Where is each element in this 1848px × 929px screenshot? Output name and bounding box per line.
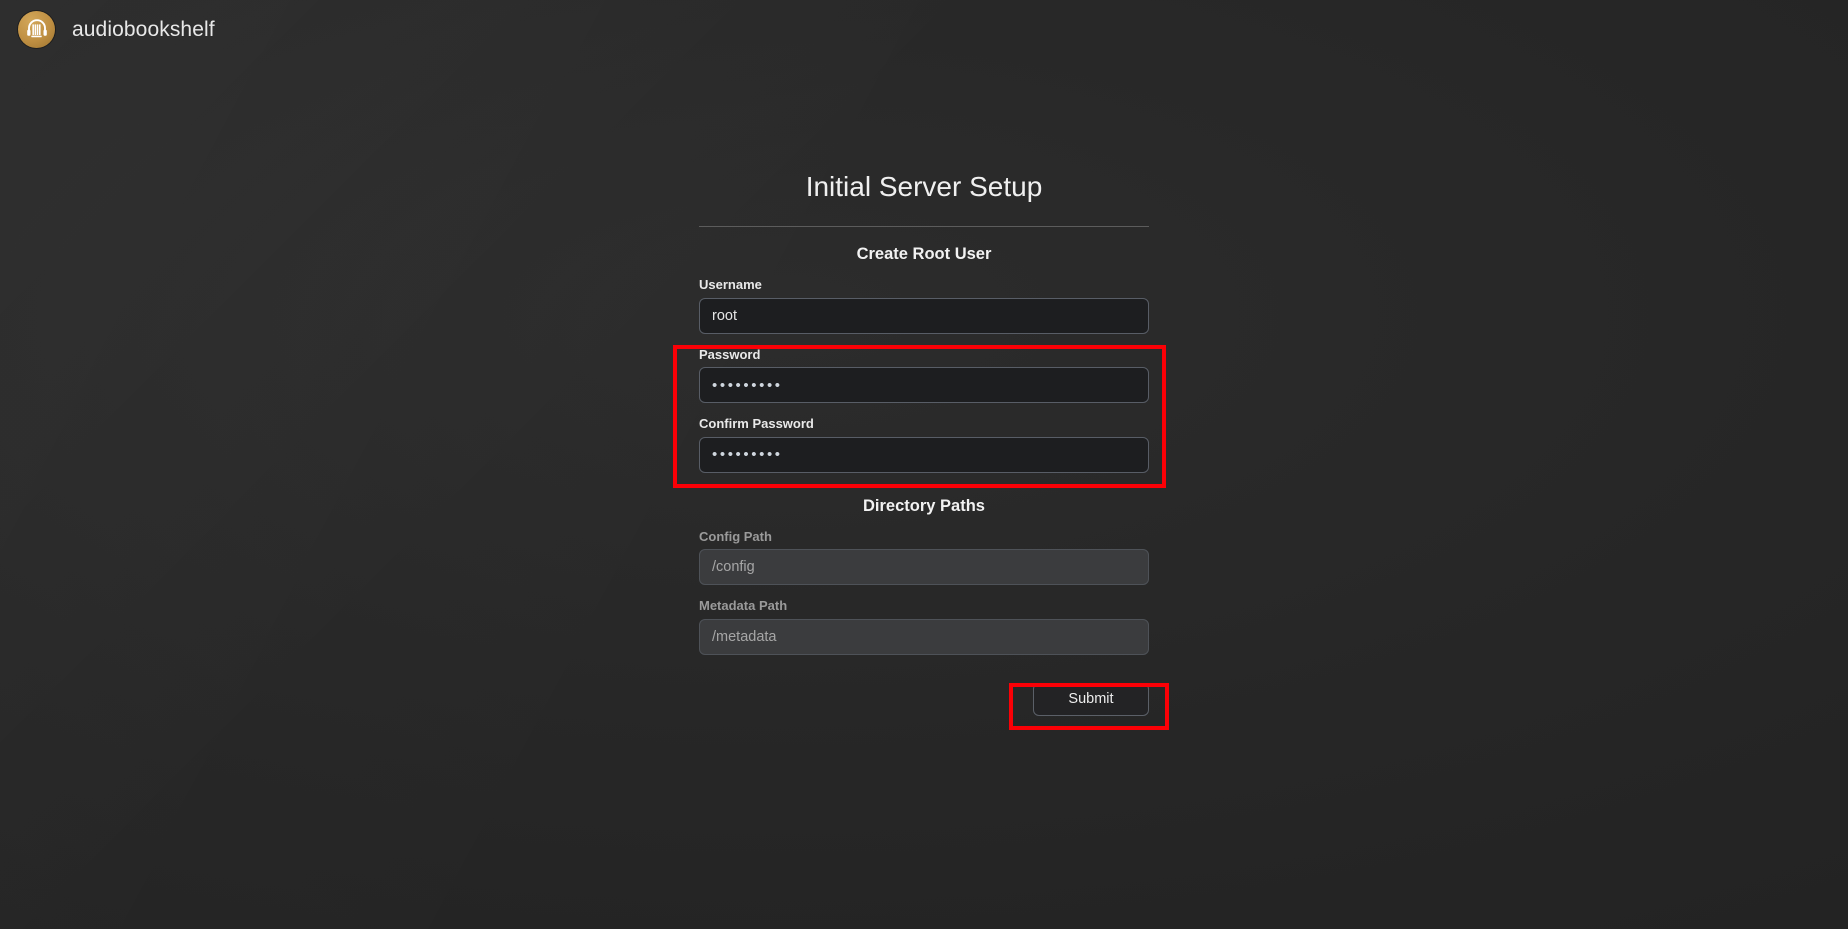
create-root-user-heading: Create Root User: [856, 245, 992, 263]
username-field-group: Username: [699, 277, 1149, 334]
app-name-label: audiobookshelf: [72, 17, 215, 41]
app-header: audiobookshelf: [0, 0, 215, 58]
username-label: Username: [699, 277, 762, 292]
initial-setup-form: Initial Server Setup Create Root User Us…: [699, 0, 1149, 716]
metadata-path-field-group: Metadata Path: [699, 598, 1149, 655]
password-field-group: Password: [699, 347, 1149, 404]
confirm-password-label: Confirm Password: [699, 416, 814, 432]
confirm-password-field-group: Confirm Password: [699, 416, 1149, 473]
username-input[interactable]: [699, 297, 1149, 334]
metadata-path-label: Metadata Path: [699, 598, 788, 614]
config-path-input: [699, 549, 1149, 586]
submit-button[interactable]: Submit: [1033, 682, 1149, 716]
config-path-field-group: Config Path: [699, 529, 1149, 586]
page-title: Initial Server Setup: [805, 171, 1043, 202]
audiobookshelf-logo-icon[interactable]: [18, 10, 55, 48]
password-label: Password: [699, 346, 761, 362]
config-path-label: Config Path: [699, 528, 772, 544]
password-input[interactable]: [699, 367, 1149, 404]
metadata-path-input: [699, 618, 1149, 655]
submit-row: Submit: [699, 682, 1149, 716]
confirm-password-input[interactable]: [699, 436, 1149, 473]
title-divider: [699, 226, 1149, 227]
directory-paths-heading: Directory Paths: [863, 496, 985, 515]
